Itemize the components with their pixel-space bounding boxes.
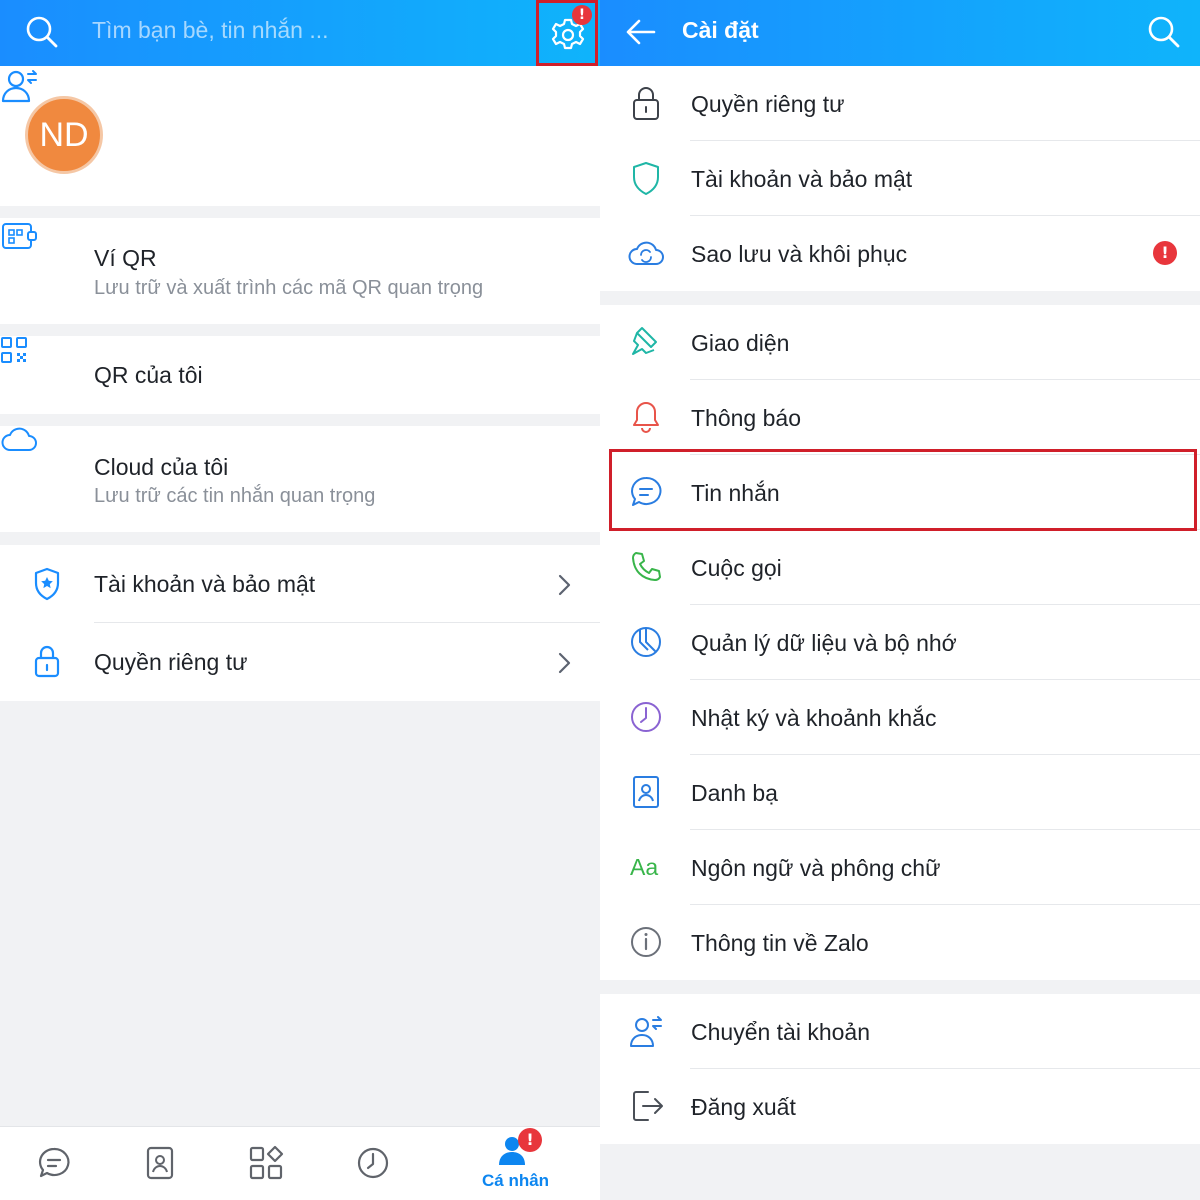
search-icon[interactable] xyxy=(24,14,60,50)
settings-item-label: Quản lý dữ liệu và bộ nhớ xyxy=(691,630,957,656)
settings-item-label: Thông tin về Zalo xyxy=(691,930,869,956)
settings-item-label: Đăng xuất xyxy=(691,1094,796,1120)
switch-account-icon xyxy=(630,1016,662,1047)
settings-group-general: Giao diện Thông báo Tin nhắn Cuộc gọi Qu… xyxy=(600,305,1200,980)
lock-icon xyxy=(34,645,60,678)
tab-personal-label[interactable]: Cá nhân xyxy=(482,1171,549,1191)
paint-brush-icon xyxy=(632,327,657,355)
info-icon xyxy=(631,927,661,957)
timeline-icon[interactable] xyxy=(355,1145,391,1181)
personal-alert-badge: ! xyxy=(518,1128,542,1152)
settings-item-account-security[interactable]: Tài khoản và bảo mật xyxy=(600,141,1200,216)
contact-icon xyxy=(633,776,659,808)
settings-item-label: Thông báo xyxy=(691,405,801,431)
list-item-title: Quyền riêng tư xyxy=(94,649,248,675)
profile-card[interactable]: ND xyxy=(0,66,600,206)
clock-icon xyxy=(631,702,661,732)
qr-code-icon xyxy=(1,337,27,363)
settings-item-data-storage[interactable]: Quản lý dữ liệu và bộ nhớ xyxy=(600,605,1200,680)
settings-item-label: Giao diện xyxy=(691,330,790,356)
settings-item-label: Chuyển tài khoản xyxy=(691,1019,871,1045)
personal-screen: Tìm bạn bè, tin nhắn ... ! ND Ví QR Lưu … xyxy=(0,0,600,1200)
chevron-right-icon xyxy=(558,652,571,674)
settings-item-notifications[interactable]: Thông báo xyxy=(600,380,1200,455)
settings-item-appearance[interactable]: Giao diện xyxy=(600,305,1200,380)
settings-item-label: Danh bạ xyxy=(691,780,778,806)
list-item-title: Cloud của tôi xyxy=(94,454,229,480)
list-item-my-qr[interactable]: QR của tôi xyxy=(0,336,600,414)
settings-button[interactable]: ! xyxy=(536,0,598,66)
search-input[interactable]: Tìm bạn bè, tin nhắn ... xyxy=(92,17,329,44)
settings-item-calls[interactable]: Cuộc gọi xyxy=(600,530,1200,605)
settings-group-account: Chuyển tài khoản Đăng xuất xyxy=(600,994,1200,1144)
qr-wallet-icon xyxy=(2,223,37,249)
list-item-my-cloud[interactable]: Cloud của tôi Lưu trữ các tin nhắn quan … xyxy=(0,426,600,532)
lock-icon xyxy=(633,87,659,120)
settings-item-contacts[interactable]: Danh bạ xyxy=(600,755,1200,830)
avatar[interactable]: ND xyxy=(25,96,103,174)
backup-alert-badge: ! xyxy=(1153,241,1177,265)
list-item-title: Ví QR xyxy=(94,245,157,271)
settings-item-about[interactable]: Thông tin về Zalo xyxy=(600,905,1200,980)
settings-item-label: Sao lưu và khôi phục xyxy=(691,241,908,267)
bell-icon xyxy=(633,402,659,433)
shield-icon xyxy=(633,162,659,195)
account-privacy-group: Tài khoản và bảo mật Quyền riêng tư xyxy=(0,545,600,701)
list-item-subtitle: Lưu trữ các tin nhắn quan trọng xyxy=(94,485,376,507)
settings-item-switch-account[interactable]: Chuyển tài khoản xyxy=(600,994,1200,1069)
settings-group-security: Quyền riêng tư Tài khoản và bảo mật Sao … xyxy=(600,66,1200,291)
font-icon: Aa xyxy=(630,854,659,880)
list-item-subtitle: Lưu trữ và xuất trình các mã QR quan trọ… xyxy=(94,277,484,299)
cloud-sync-icon xyxy=(628,241,664,265)
settings-screen: Cài đặt Quyền riêng tư Tài khoản và bảo … xyxy=(600,0,1200,1200)
messages-highlight-box xyxy=(609,449,1197,531)
chevron-right-icon xyxy=(558,574,571,596)
list-item-title: QR của tôi xyxy=(94,362,203,388)
contacts-icon[interactable] xyxy=(144,1145,176,1181)
discover-icon[interactable] xyxy=(248,1145,284,1181)
list-item-title: Tài khoản và bảo mật xyxy=(94,571,316,597)
settings-header: Cài đặt xyxy=(600,0,1200,66)
switch-account-icon[interactable] xyxy=(0,66,42,106)
settings-item-backup[interactable]: Sao lưu và khôi phục ! xyxy=(600,216,1200,291)
settings-alert-badge: ! xyxy=(572,5,592,25)
shield-icon xyxy=(34,567,60,601)
settings-item-label: Cuộc gọi xyxy=(691,555,782,581)
settings-item-label: Nhật ký và khoảnh khắc xyxy=(691,705,937,731)
messages-icon[interactable] xyxy=(36,1145,72,1181)
settings-item-privacy[interactable]: Quyền riêng tư xyxy=(600,66,1200,141)
personal-header: Tìm bạn bè, tin nhắn ... ! xyxy=(0,0,600,66)
settings-item-label: Quyền riêng tư xyxy=(691,91,845,117)
pie-chart-icon xyxy=(631,627,661,657)
search-icon[interactable] xyxy=(1146,14,1182,50)
settings-item-diary[interactable]: Nhật ký và khoảnh khắc xyxy=(600,680,1200,755)
bottom-nav: ! Cá nhân xyxy=(0,1126,600,1200)
settings-item-label: Tài khoản và bảo mật xyxy=(691,166,913,192)
list-item-privacy[interactable]: Quyền riêng tư xyxy=(0,623,600,701)
logout-icon xyxy=(633,1091,663,1121)
phone-icon xyxy=(632,552,661,581)
list-item-account-security[interactable]: Tài khoản và bảo mật xyxy=(0,545,600,623)
settings-item-label: Ngôn ngữ và phông chữ xyxy=(691,855,941,881)
list-item-qr-wallet[interactable]: Ví QR Lưu trữ và xuất trình các mã QR qu… xyxy=(0,218,600,324)
settings-item-language-font[interactable]: Aa Ngôn ngữ và phông chữ xyxy=(600,830,1200,905)
settings-item-logout[interactable]: Đăng xuất xyxy=(600,1069,1200,1144)
cloud-icon xyxy=(1,427,37,451)
back-arrow-icon[interactable] xyxy=(624,15,658,49)
page-title: Cài đặt xyxy=(682,17,759,43)
